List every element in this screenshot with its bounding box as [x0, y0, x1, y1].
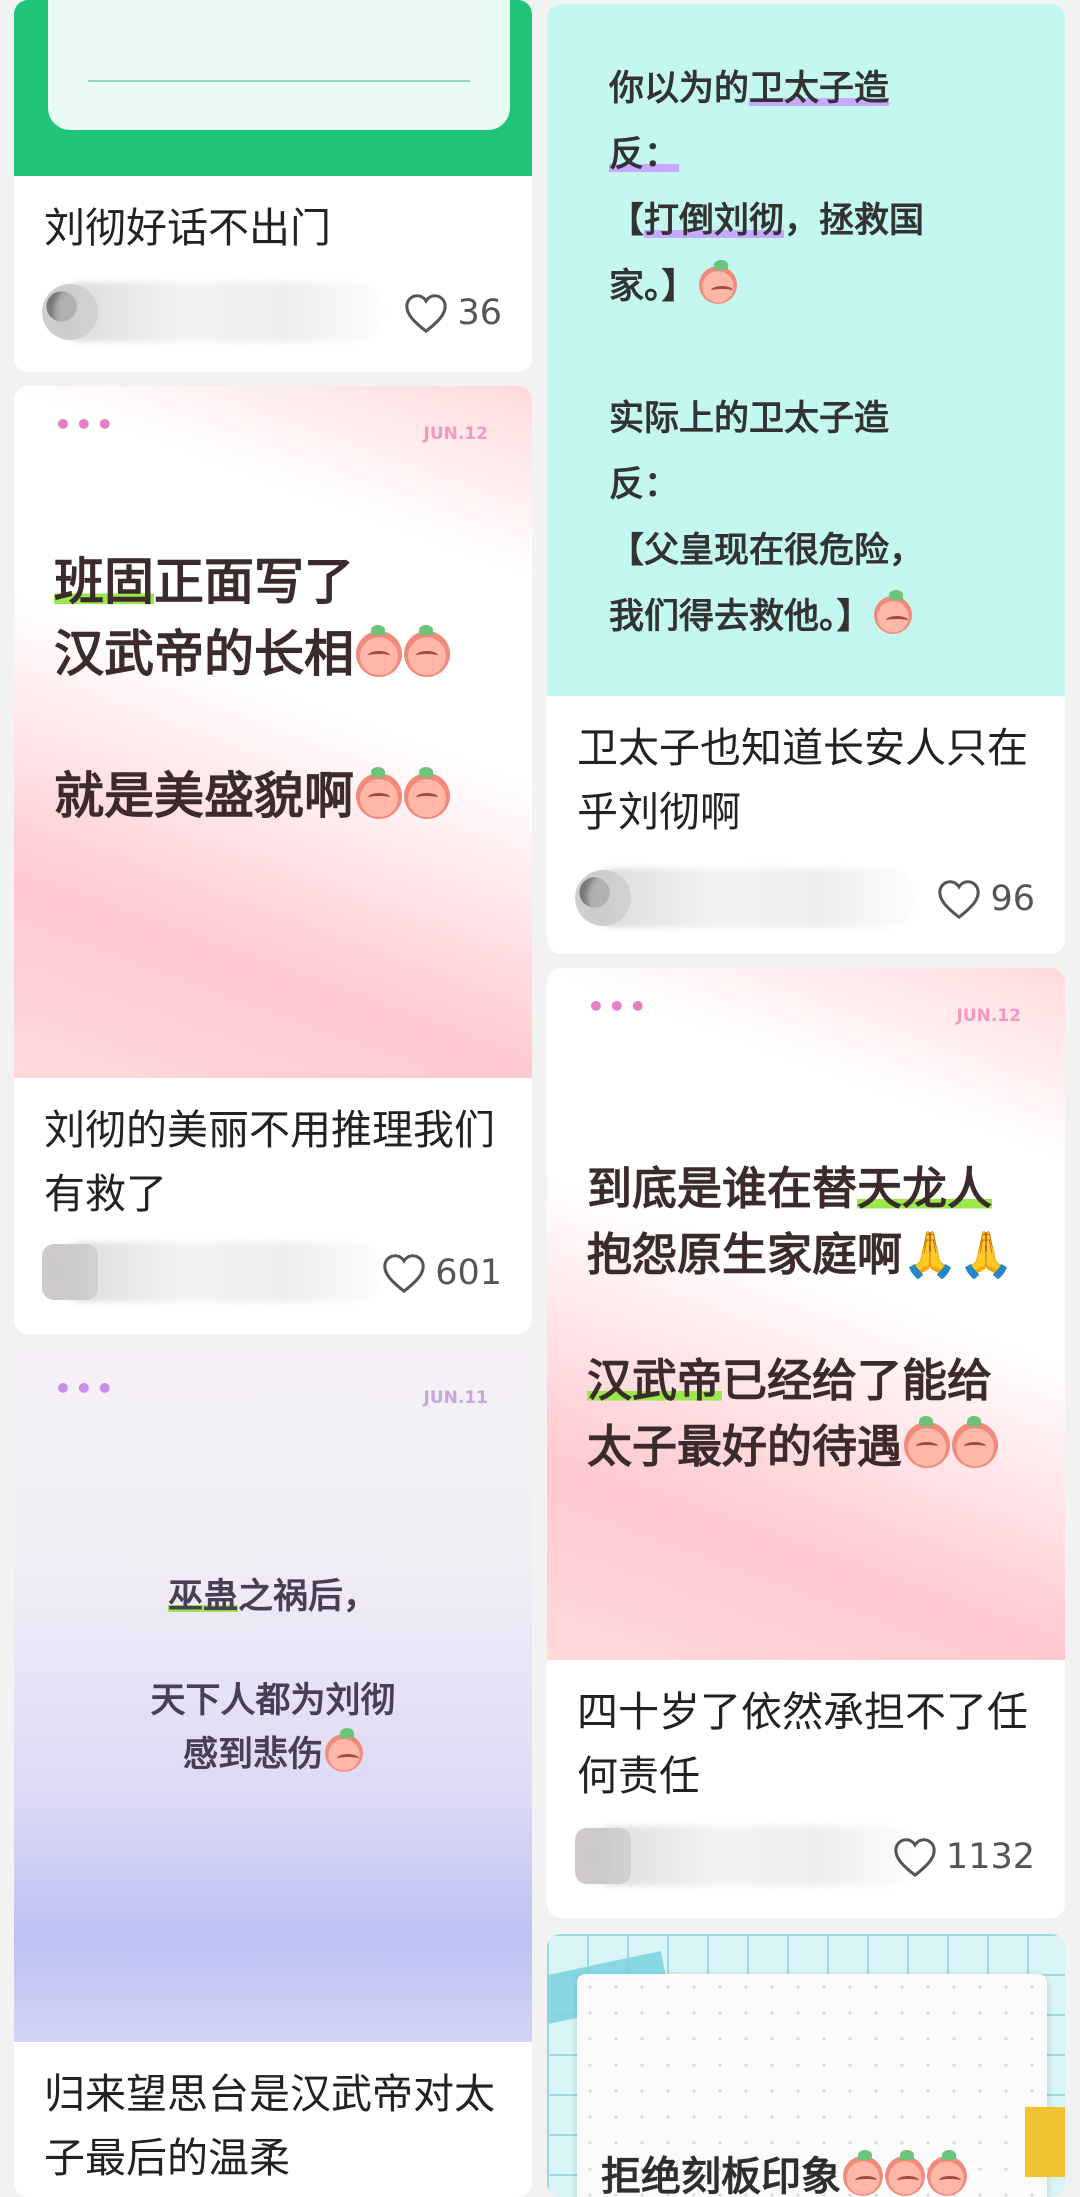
like-count: 1132	[945, 1837, 1035, 1877]
cover-subheading: 就是美盛貌啊	[54, 760, 450, 832]
author-name-blurred[interactable]	[54, 1242, 384, 1302]
cover-text: 【父皇现在很危险，	[609, 531, 925, 571]
sticky-tab	[1025, 2107, 1065, 2177]
cover-text: 到底是谁在替	[587, 1162, 858, 1215]
note-meta: 601	[14, 1238, 532, 1308]
note-paper: 拒绝刻板印象	[577, 1974, 1047, 2197]
cover-text: ，拯救国	[784, 201, 925, 241]
cover-text: 你以为的	[609, 69, 750, 109]
like-button[interactable]: 1132	[892, 1832, 1035, 1882]
like-button[interactable]: 96	[936, 874, 1035, 924]
cover-text-block: 你以为的卫太子造 反： 【打倒刘彻，拯救国 家。】 实际上的卫太子造 反： 【父…	[609, 56, 1035, 650]
note-cover[interactable]: ••• JUN.12 到底是谁在替天龙人 抱怨原生家庭啊🙏🙏 汉武帝已经给了能给…	[547, 968, 1065, 1660]
cover-subheading: 汉武帝已经给了能给 太子最好的待遇	[587, 1348, 999, 1480]
peach-cry-emoji-icon	[885, 2150, 925, 2196]
note-cover[interactable]: 拒绝刻板印象	[547, 1934, 1065, 2197]
cover-text: 天下人都为刘彻	[150, 1681, 396, 1721]
cover-text-block: 巫蛊之祸后，	[14, 1570, 532, 1624]
peach-emoji-icon	[873, 590, 912, 634]
note-meta: 1132	[547, 1822, 1065, 1892]
cover-text: 感到悲伤	[182, 1735, 323, 1775]
cover-highlight: 巫蛊	[167, 1577, 238, 1617]
note-title[interactable]: 刘彻好话不出门	[44, 196, 508, 260]
cover-heading: 班固正面写了 汉武帝的长相	[54, 546, 450, 690]
note-cover[interactable]	[14, 0, 532, 176]
like-count: 96	[990, 879, 1035, 919]
cover-text: 之祸后，	[238, 1577, 379, 1617]
peach-cry-emoji-icon	[404, 767, 450, 819]
peach-cry-emoji-icon	[927, 2150, 967, 2196]
heart-icon	[938, 880, 981, 920]
peach-angry-emoji-icon	[698, 260, 737, 304]
peach-emoji-icon	[356, 767, 402, 819]
cover-dots: •••	[587, 990, 650, 1023]
cover-text: 已经给了能给	[722, 1354, 993, 1407]
cover-text: 正面写了	[154, 553, 354, 611]
note-cover[interactable]: 你以为的卫太子造 反： 【打倒刘彻，拯救国 家。】 实际上的卫太子造 反： 【父…	[547, 4, 1065, 696]
author-name-blurred[interactable]	[54, 282, 384, 342]
author-name-blurred[interactable]	[587, 1826, 917, 1886]
like-count: 601	[435, 1253, 502, 1293]
peach-emoji-icon	[952, 1416, 999, 1468]
like-count: 36	[457, 293, 502, 333]
note-title[interactable]: 四十岁了依然承担不了任何责任	[577, 1680, 1041, 1808]
cover-heading: 到底是谁在替天龙人 抱怨原生家庭啊🙏🙏	[587, 1156, 1014, 1288]
note-card[interactable]: 刘彻好话不出门 36	[14, 0, 532, 372]
cover-highlight: 反：	[609, 135, 680, 175]
note-cover[interactable]: ••• JUN.11 巫蛊之祸后， 天下人都为刘彻 感到悲伤	[14, 1350, 532, 2042]
note-card[interactable]: 你以为的卫太子造 反： 【打倒刘彻，拯救国 家。】 实际上的卫太子造 反： 【父…	[547, 4, 1065, 954]
note-title[interactable]: 刘彻的美丽不用推理我们有救了	[44, 1098, 508, 1226]
cover-highlight: 班固	[54, 553, 154, 611]
cover-text-block: 天下人都为刘彻 感到悲伤	[14, 1674, 532, 1782]
cover-text-block: 拒绝刻板印象	[601, 2144, 967, 2197]
note-title[interactable]: 卫太子也知道长安人只在乎刘彻啊	[577, 716, 1041, 844]
cover-text: 我们得去救他。】	[609, 597, 872, 637]
note-paper	[48, 0, 510, 130]
cover-highlight: 打倒刘彻	[644, 201, 785, 241]
cover-dots: •••	[54, 1372, 117, 1405]
cover-text: 太子最好的待遇	[587, 1420, 903, 1473]
cover-text: 汉武帝的长相	[54, 625, 354, 683]
note-card[interactable]: 拒绝刻板印象	[547, 1934, 1065, 2197]
like-button[interactable]: 601	[381, 1248, 502, 1298]
heart-icon	[383, 1254, 425, 1294]
cover-text: 反：	[609, 465, 680, 505]
peach-cry-emoji-icon	[356, 625, 402, 677]
note-cover[interactable]: ••• JUN.12 班固正面写了 汉武帝的长相 就是美盛貌啊	[14, 386, 532, 1078]
cover-text: 家。】	[609, 267, 697, 307]
note-card[interactable]: ••• JUN.12 班固正面写了 汉武帝的长相 就是美盛貌啊 刘彻的美丽不用推…	[14, 386, 532, 1334]
cover-text: 就是美盛貌啊	[54, 767, 354, 825]
peach-emoji-icon	[904, 1416, 951, 1468]
note-title[interactable]: 归来望思台是汉武帝对太子最后的温柔	[44, 2062, 508, 2190]
peach-cry-emoji-icon	[404, 625, 450, 677]
cover-text: 实际上的卫太子造	[609, 399, 890, 439]
cover-dots: •••	[54, 408, 117, 441]
peach-cry-emoji-icon	[325, 1728, 363, 1772]
peach-cry-emoji-icon	[843, 2150, 883, 2196]
like-button[interactable]: 36	[403, 288, 502, 338]
cover-text: 抱怨原生家庭啊	[587, 1228, 903, 1281]
cover-highlight: 汉武帝	[587, 1354, 723, 1407]
cover-date: JUN.11	[423, 1388, 488, 1408]
cover-text: 拒绝刻板印象	[601, 2154, 841, 2197]
author-name-blurred[interactable]	[587, 868, 917, 928]
note-meta: 36	[14, 278, 532, 348]
paper-line	[88, 80, 470, 82]
heart-icon	[405, 294, 448, 334]
cover-date: JUN.12	[956, 1006, 1021, 1026]
cover-text: 【	[609, 201, 645, 241]
note-meta: 96	[547, 864, 1065, 934]
cover-date: JUN.12	[423, 424, 488, 444]
cover-highlight: 天龙人	[857, 1162, 993, 1215]
note-card[interactable]: ••• JUN.12 到底是谁在替天龙人 抱怨原生家庭啊🙏🙏 汉武帝已经给了能给…	[547, 968, 1065, 1918]
praying-hands-icon: 🙏🙏	[902, 1228, 1015, 1281]
note-card[interactable]: ••• JUN.11 巫蛊之祸后， 天下人都为刘彻 感到悲伤 归来望思台是汉武帝…	[14, 1350, 532, 2197]
cover-highlight: 卫太子造	[749, 69, 890, 109]
heart-icon	[894, 1838, 936, 1878]
